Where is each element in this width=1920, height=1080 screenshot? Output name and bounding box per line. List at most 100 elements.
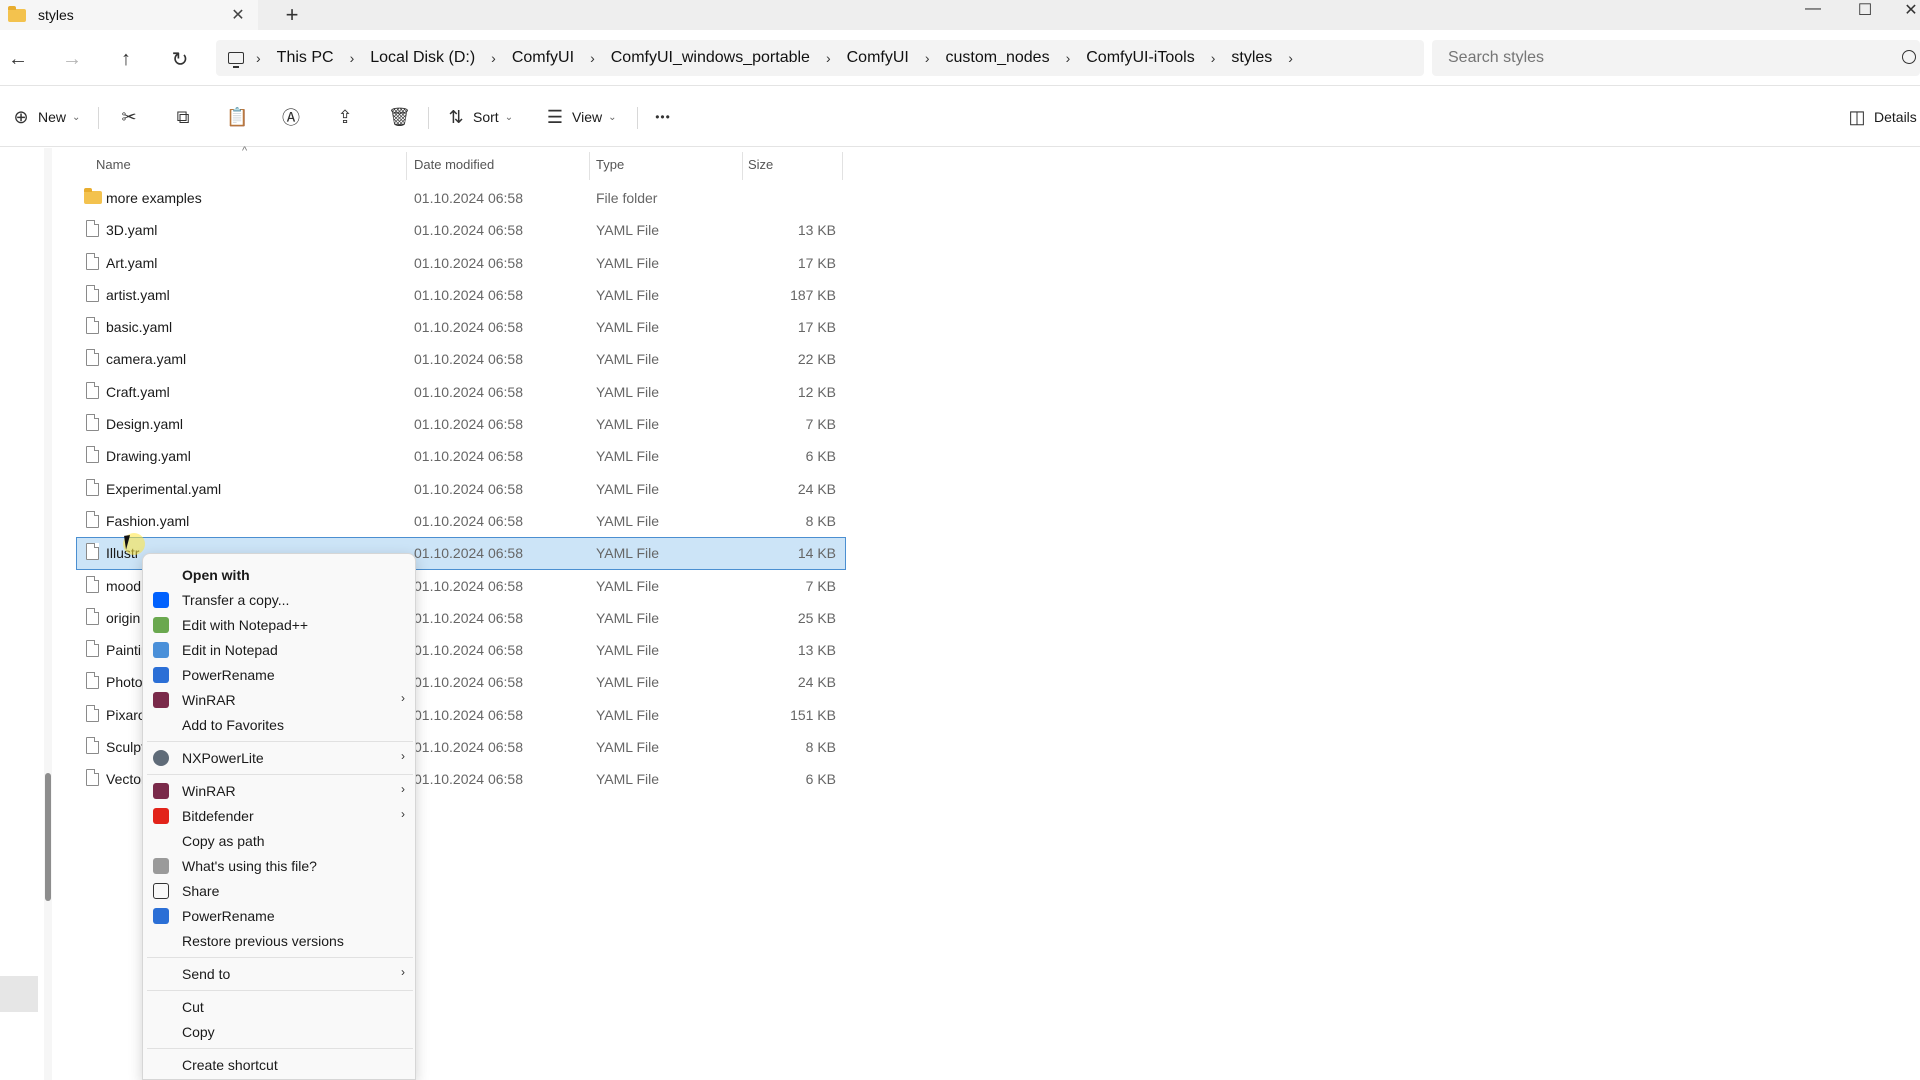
window-close-icon[interactable]: ✕: [1896, 0, 1920, 20]
sort-ascending-icon: ^: [242, 145, 248, 157]
details-pane-icon: ◫: [1848, 106, 1866, 127]
address-bar[interactable]: › This PC › Local Disk (D:) › ComfyUI › …: [216, 40, 1424, 76]
file-row[interactable]: camera.yaml 01.10.2024 06:58 YAML File 22 K…: [76, 343, 846, 375]
search-input[interactable]: [1448, 49, 1878, 67]
menu-item-whats-using-file[interactable]: What's using this file?: [143, 854, 415, 878]
nav-selected-item[interactable]: [0, 976, 38, 1012]
file-row[interactable]: Fashion.yaml 01.10.2024 06:58 YAML File 8 K…: [76, 505, 846, 537]
menu-item-powerrename[interactable]: PowerRename: [143, 663, 415, 687]
menu-item-cut[interactable]: Cut: [143, 995, 415, 1019]
file-row[interactable]: Experimental.yaml 01.10.2024 06:58 YAML Fi…: [76, 473, 846, 505]
menu-item-edit-notepad-plus-plus[interactable]: Edit with Notepad++: [143, 613, 415, 637]
column-divider[interactable]: [842, 152, 843, 180]
forward-icon[interactable]: →: [57, 44, 87, 74]
search-icon[interactable]: [1902, 50, 1916, 64]
rename-button[interactable]: Ⓐ: [280, 101, 302, 133]
chevron-right-icon[interactable]: ›: [252, 50, 265, 66]
view-button[interactable]: ☰ View ⌄: [544, 101, 617, 133]
new-button[interactable]: ⊕ New ⌄: [10, 101, 80, 133]
menu-item-powerrename-2[interactable]: PowerRename: [143, 904, 415, 928]
cut-button[interactable]: ✂: [118, 101, 140, 133]
breadcrumb-comfyui-inner[interactable]: ComfyUI: [835, 49, 921, 67]
close-tab-icon[interactable]: ✕: [224, 5, 252, 25]
breadcrumb-this-pc[interactable]: This PC: [265, 49, 346, 67]
file-type: File folder: [596, 190, 658, 206]
back-icon[interactable]: ←: [3, 44, 33, 74]
nav-scrollbar-thumb[interactable]: [45, 773, 51, 901]
refresh-icon[interactable]: ↻: [165, 44, 195, 74]
menu-item-winrar-2[interactable]: WinRAR ›: [143, 779, 415, 803]
chevron-right-icon[interactable]: ›: [586, 50, 599, 66]
file-type: YAML File: [596, 609, 660, 626]
file-row[interactable]: Drawing.yaml 01.10.2024 06:58 YAML File 6 K…: [76, 440, 846, 472]
chevron-down-icon: ⌄: [504, 111, 514, 123]
add-tab-icon[interactable]: +: [280, 2, 304, 28]
breadcrumb-custom-nodes[interactable]: custom_nodes: [934, 49, 1062, 67]
chevron-right-icon[interactable]: ›: [822, 50, 835, 66]
file-row[interactable]: more examples 01.10.2024 06:58 File folder: [76, 182, 846, 214]
column-header-size[interactable]: Size: [748, 157, 773, 172]
details-button[interactable]: ◫ Details: [1846, 101, 1916, 133]
menu-item-transfer-copy[interactable]: Transfer a copy...: [143, 588, 415, 612]
file-size: 13 KB: [797, 222, 836, 239]
breadcrumb-comfyui-windows-portable[interactable]: ComfyUI_windows_portable: [599, 49, 822, 67]
file-row[interactable]: basic.yaml 01.10.2024 06:58 YAML File 17 KB: [76, 311, 846, 343]
paste-button[interactable]: 📋: [226, 101, 248, 133]
menu-item-nxpowerlite[interactable]: NXPowerLite ›: [143, 746, 415, 770]
menu-item-copy[interactable]: Copy: [143, 1020, 415, 1044]
file-row[interactable]: Craft.yaml 01.10.2024 06:58 YAML File 12 KB: [76, 376, 846, 408]
search-box[interactable]: [1432, 40, 1920, 76]
maximize-icon[interactable]: ☐: [1850, 0, 1880, 20]
tab-styles[interactable]: styles ✕: [0, 0, 258, 30]
file-name: Craft.yaml: [106, 383, 170, 400]
file-size: 7 KB: [805, 577, 836, 594]
menu-item-open-with[interactable]: Open with: [143, 563, 415, 587]
chevron-right-icon[interactable]: ›: [346, 50, 359, 66]
chevron-right-icon[interactable]: ›: [1207, 50, 1220, 66]
nav-scrollbar-track[interactable]: [44, 148, 52, 1080]
menu-item-winrar[interactable]: WinRAR ›: [143, 688, 415, 712]
share-button[interactable]: ⇪: [334, 101, 356, 133]
menu-item-copy-as-path[interactable]: Copy as path: [143, 829, 415, 853]
menu-item-share[interactable]: Share: [143, 879, 415, 903]
file-size: 7 KB: [805, 416, 836, 433]
clipboard-icon: 📋: [226, 106, 249, 127]
column-divider[interactable]: [589, 152, 590, 180]
menu-item-restore-previous-versions[interactable]: Restore previous versions: [143, 929, 415, 953]
sort-button[interactable]: ⇅ Sort ⌄: [445, 101, 513, 133]
minimize-icon[interactable]: —: [1798, 0, 1828, 18]
chevron-right-icon[interactable]: ›: [1284, 50, 1297, 66]
more-options-button[interactable]: •••: [652, 101, 674, 133]
menu-item-send-to[interactable]: Send to ›: [143, 962, 415, 986]
menu-separator: [147, 774, 413, 775]
menu-item-label: Copy as path: [182, 833, 265, 849]
chevron-right-icon[interactable]: ›: [1062, 50, 1075, 66]
chevron-right-icon[interactable]: ›: [487, 50, 500, 66]
menu-item-label: What's using this file?: [182, 858, 317, 874]
breadcrumb-local-disk[interactable]: Local Disk (D:): [358, 49, 487, 67]
file-row[interactable]: Art.yaml 01.10.2024 06:58 YAML File 17 KB: [76, 247, 846, 279]
breadcrumb-comfyui[interactable]: ComfyUI: [500, 49, 586, 67]
up-icon[interactable]: ↑: [111, 44, 141, 74]
column-divider[interactable]: [742, 152, 743, 180]
copy-button[interactable]: ⧉: [172, 101, 194, 133]
menu-item-create-shortcut[interactable]: Create shortcut: [143, 1053, 415, 1077]
powerrename-icon: [153, 908, 169, 924]
menu-item-label: PowerRename: [182, 908, 275, 924]
menu-item-edit-notepad[interactable]: Edit in Notepad: [143, 638, 415, 662]
chevron-right-icon[interactable]: ›: [921, 50, 934, 66]
menu-item-add-to-favorites[interactable]: Add to Favorites: [143, 713, 415, 737]
computer-icon[interactable]: [228, 52, 244, 68]
column-divider[interactable]: [406, 152, 407, 180]
menu-item-bitdefender[interactable]: Bitdefender ›: [143, 804, 415, 828]
file-row[interactable]: artist.yaml 01.10.2024 06:58 YAML File 187 …: [76, 279, 846, 311]
file-row[interactable]: Design.yaml 01.10.2024 06:58 YAML File 7 KB: [76, 408, 846, 440]
delete-button[interactable]: 🗑: [388, 101, 411, 133]
column-header-date[interactable]: Date modified: [414, 157, 494, 172]
file-row[interactable]: 3D.yaml 01.10.2024 06:58 YAML File 13 KB: [76, 214, 846, 246]
breadcrumb-styles[interactable]: styles: [1219, 49, 1284, 67]
column-header-name[interactable]: Name: [96, 157, 131, 172]
column-header-type[interactable]: Type: [596, 157, 624, 172]
file-date: 01.10.2024 06:58: [414, 706, 523, 723]
breadcrumb-comfyui-itools[interactable]: ComfyUI-iTools: [1074, 49, 1206, 67]
